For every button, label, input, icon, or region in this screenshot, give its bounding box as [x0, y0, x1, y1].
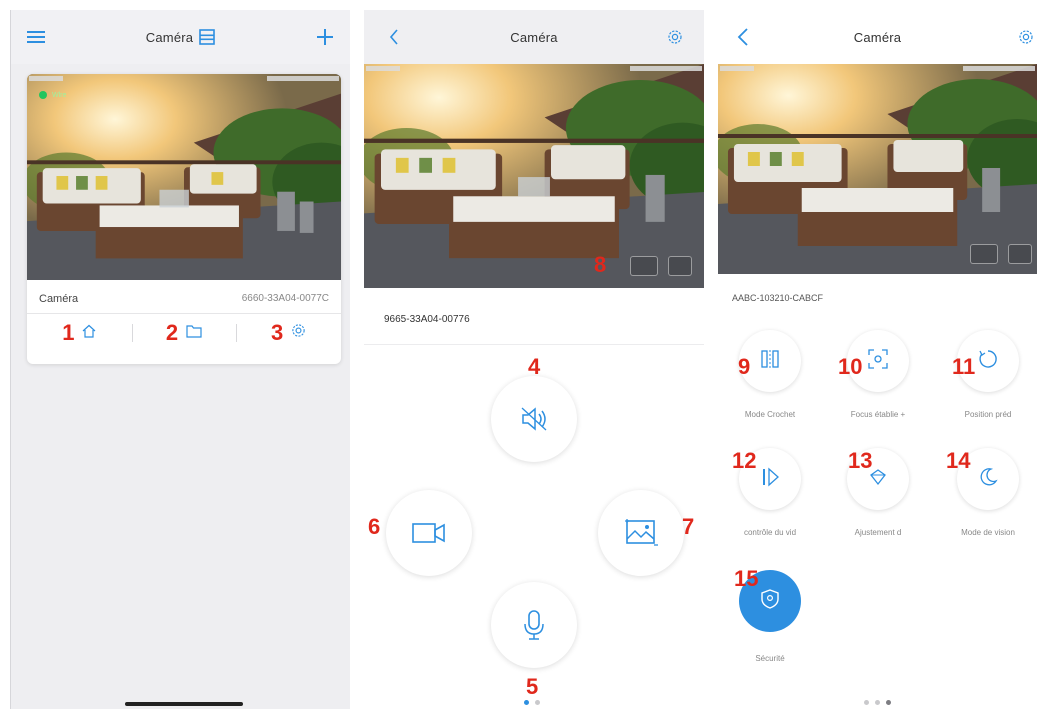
function-security[interactable]: 15 Sécurité: [720, 566, 820, 663]
marker-1: 1: [62, 320, 75, 345]
gear-icon[interactable]: [666, 28, 684, 46]
microphone-icon: [522, 609, 546, 641]
camera-info-row: Caméra 6660-33A04-0077C: [27, 284, 341, 314]
osd-label: [720, 66, 754, 71]
function-playback[interactable]: 12 contrôle du vid: [720, 448, 820, 537]
osd-label: [366, 66, 400, 71]
camera-uid: 9665-33A04-00776: [384, 314, 470, 325]
top-bar: Caméra: [718, 10, 1037, 64]
image-icon: [624, 518, 658, 548]
function-label: contrôle du vid: [743, 528, 797, 537]
osd-label: [29, 76, 63, 81]
osd-timestamp: [630, 66, 702, 71]
hamburger-icon[interactable]: [25, 27, 47, 47]
page-dot: [524, 700, 529, 705]
marker-2: 2: [165, 320, 179, 345]
function-label: Ajustement d: [854, 528, 902, 537]
live-view-screen: Caméra 8 9665-33A04-00776 4 6 7 5: [364, 10, 704, 709]
back-icon[interactable]: [734, 27, 752, 47]
camera-thumbnail[interactable]: Wlre: [27, 74, 341, 280]
online-label: Wlre: [52, 91, 67, 99]
camera-functions-screen: Caméra AABC-103210-CABCF 9 Mode Crochet …: [718, 10, 1037, 709]
speaker-icon: [519, 404, 549, 434]
record-button[interactable]: [386, 490, 472, 576]
page-dot: [864, 700, 869, 705]
marker-10: 10: [838, 354, 863, 379]
back-icon[interactable]: [386, 28, 402, 46]
page-dot: [535, 700, 540, 705]
page-indicator: [864, 700, 891, 705]
gear-icon: [291, 323, 306, 343]
online-dot-icon: [39, 91, 47, 99]
function-label: Mode de vision: [961, 528, 1015, 537]
live-video[interactable]: 8: [364, 64, 704, 288]
preset-icon: [977, 348, 999, 375]
camera-card[interactable]: Wlre Caméra 6660-33A04-0077C 1 2 3: [27, 74, 341, 364]
marker-15: 15: [734, 566, 759, 591]
settings-action[interactable]: 3: [236, 316, 341, 350]
page-dot: [886, 700, 891, 705]
marker-14: 14: [946, 448, 971, 473]
function-label: Position préd: [964, 410, 1012, 419]
home-action[interactable]: 1: [27, 316, 132, 350]
marker-5: 5: [526, 674, 539, 699]
function-night-vision[interactable]: 14 Mode de vision: [938, 448, 1037, 537]
marker-6: 6: [368, 514, 381, 539]
night-vision-icon: [977, 466, 999, 493]
device-list-screen: Caméra Wlre Caméra 6660-33A04-0077C 1 2 …: [10, 10, 350, 709]
page-indicator: [524, 700, 540, 705]
camera-actions: 1 2 3: [27, 316, 341, 350]
page-title: Caméra: [853, 29, 902, 45]
function-label: Sécurité: [755, 654, 785, 663]
talk-button[interactable]: [491, 582, 577, 668]
fullscreen-icon[interactable]: [1008, 244, 1032, 264]
function-preset[interactable]: 11 Position préd: [938, 330, 1037, 419]
focus-icon: [867, 348, 889, 375]
online-status: Wlre: [39, 91, 66, 99]
page-title: Caméra: [145, 29, 194, 45]
function-adjust[interactable]: 13 Ajustement d: [828, 448, 928, 537]
marker-13: 13: [848, 448, 873, 473]
camera-name: Caméra: [39, 292, 79, 305]
page-dot: [875, 700, 880, 705]
list-icon[interactable]: [199, 29, 216, 45]
marker-11: 11: [952, 354, 976, 379]
function-flip[interactable]: 9 Mode Crochet: [720, 330, 820, 419]
hd-toggle-icon[interactable]: [970, 244, 998, 264]
divider: [364, 344, 704, 345]
top-bar: Caméra: [11, 10, 350, 64]
page-title: Caméra: [510, 29, 558, 45]
files-action[interactable]: 2: [131, 316, 237, 350]
top-bar: Caméra: [364, 10, 704, 64]
screenshot-stage: Caméra Wlre Caméra 6660-33A04-0077C 1 2 …: [0, 0, 1037, 709]
camera-uid: AABC-103210-CABCF: [732, 293, 824, 303]
shield-icon: [760, 588, 780, 615]
gear-icon[interactable]: [1017, 28, 1035, 46]
osd-timestamp: [963, 66, 1035, 71]
snapshot-button[interactable]: [598, 490, 684, 576]
plus-icon[interactable]: [314, 26, 336, 48]
marker-7: 7: [682, 514, 695, 539]
fullscreen-icon[interactable]: [668, 256, 692, 276]
function-label: Focus établie +: [850, 410, 906, 419]
hd-toggle-icon[interactable]: [630, 256, 658, 276]
marker-12: 12: [732, 448, 757, 473]
function-label: Mode Crochet: [744, 410, 796, 419]
camera-uid: 6660-33A04-0077C: [241, 293, 329, 304]
sound-button[interactable]: [491, 376, 577, 462]
flip-icon: [759, 348, 781, 375]
marker-3: 3: [271, 320, 284, 345]
live-video[interactable]: [718, 64, 1037, 274]
folder-icon: [186, 324, 202, 343]
osd-timestamp: [267, 76, 339, 81]
home-indicator: [125, 702, 243, 706]
video-camera-icon: [411, 521, 447, 545]
marker-9: 9: [738, 354, 751, 379]
house-icon: [82, 324, 96, 343]
function-focus[interactable]: 10 Focus établie +: [828, 330, 928, 419]
marker-8: 8: [594, 252, 607, 277]
playback-icon: [760, 466, 780, 493]
